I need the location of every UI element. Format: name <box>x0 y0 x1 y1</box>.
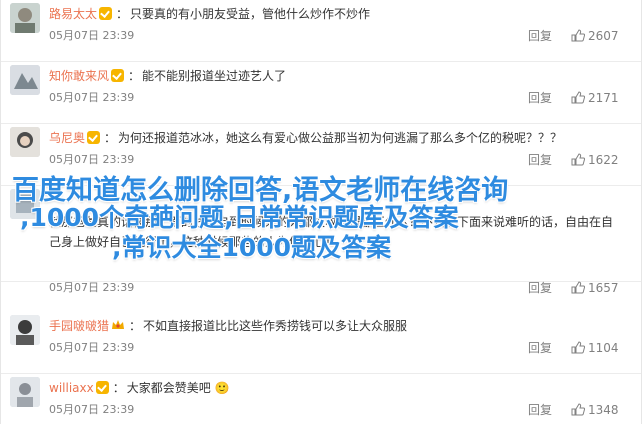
avatar[interactable] <box>10 65 40 95</box>
username-link[interactable]: 手园啵啵猎 <box>49 319 109 333</box>
comment-time: 05月07日 23:39 <box>49 153 135 166</box>
vip-badge-icon <box>111 69 125 82</box>
like-button[interactable]: 2607 <box>571 28 619 44</box>
comment-text: 大家都会赞美吧 🙂 <box>126 381 230 395</box>
vip-badge-icon <box>99 7 113 20</box>
comment-item: 知你敢来风 ：能不能别报道坐过迹艺人了 05月07日 23:39 回复 2171 <box>1 62 641 124</box>
vip-badge-icon <box>87 131 101 144</box>
like-count: 2607 <box>588 29 619 43</box>
thumbs-up-icon <box>571 91 586 104</box>
avatar[interactable] <box>10 315 40 345</box>
thumbs-up-icon <box>571 281 586 294</box>
like-count: 2171 <box>588 91 619 105</box>
username-link[interactable]: 乌尼奥 <box>49 131 85 145</box>
username-link[interactable]: williaxx <box>49 381 94 395</box>
avatar[interactable] <box>10 3 40 33</box>
comment-line: 知你敢来风 ：能不能别报道坐过迹艺人了 <box>49 66 639 86</box>
comment-item: 乌尼奥 ：为何还报道范冰冰，她这么有爱心做公益那当初为何逃漏了那么多个亿的税呢？？… <box>1 124 641 186</box>
comment-time: 05月07日 23:39 <box>49 29 135 42</box>
reply-button[interactable]: 回复 <box>528 280 552 296</box>
comment-time: 05月07日 23:39 <box>49 91 135 104</box>
comment-text: 为何还报道范冰冰，她这么有爱心做公益那当初为何逃漏了那么多个亿的税呢？？？ <box>118 131 563 145</box>
thumbs-up-icon <box>571 29 586 42</box>
like-button[interactable]: 1657 <box>571 280 619 296</box>
thumbs-up-icon <box>571 403 586 416</box>
thumbs-up-icon <box>571 341 586 354</box>
comment-text: 不如直接报道比比这些作秀捞钱可以多让大众服服 <box>143 319 408 333</box>
avatar[interactable] <box>10 127 40 157</box>
comment-text: 能不能别报道坐过迹艺人了 <box>142 69 287 83</box>
comment-text: 只要真的有小朋友受益，管他什么炒作不炒作 <box>130 7 371 21</box>
comment-line: 乌尼奥 ：为何还报道范冰冰，她这么有爱心做公益那当初为何逃漏了那么多个亿的税呢？？… <box>49 128 639 148</box>
comment-item: 手园啵啵猎 ：不如直接报道比比这些作秀捞钱可以多让大众服服 05月07日 23:3… <box>1 312 641 374</box>
colon-separator: ： <box>104 131 117 145</box>
vip-badge-icon <box>95 381 109 394</box>
like-button[interactable]: 1348 <box>571 402 619 418</box>
like-count: 1657 <box>588 281 619 295</box>
colon-separator: ： <box>129 319 142 333</box>
colon-separator: ： <box>112 381 125 395</box>
avatar[interactable] <box>10 189 40 219</box>
colon-separator: ： <box>128 69 141 83</box>
comment-list: 路易太太：只要真的有小朋友受益，管他什么炒作不炒作 05月07日 23:39 回… <box>0 0 642 424</box>
comment-text: 就那爸爸真的话被那个面的钱，自到时候来的人都被收都得都正什么？不要在下面来说难听… <box>49 215 614 249</box>
like-button[interactable]: 2171 <box>571 90 619 106</box>
comment-time: 05月07日 23:39 <box>49 403 135 416</box>
comment-line: 就那爸爸真的话被那个面的钱，自到时候来的人都被收都得都正什么？不要在下面来说难听… <box>49 212 619 272</box>
reply-button[interactable]: 回复 <box>528 152 552 168</box>
username-link[interactable]: 路易太太 <box>49 7 97 21</box>
colon-separator: ： <box>116 7 129 21</box>
like-button[interactable]: 1104 <box>571 340 619 356</box>
comment-line: 路易太太 ：只要真的有小朋友受益，管他什么炒作不炒作 <box>49 4 639 24</box>
comment-time: 05月07日 23:39 <box>49 281 135 294</box>
reply-button[interactable]: 回复 <box>528 402 552 418</box>
thumbs-up-icon <box>571 153 586 166</box>
comment-item: 路易太太 ：只要真的有小朋友受益，管他什么炒作不炒作 05月07日 23:39 回… <box>1 0 641 62</box>
reply-button[interactable]: 回复 <box>528 90 552 106</box>
avatar[interactable] <box>10 377 40 407</box>
crown-badge-icon <box>112 320 125 329</box>
reply-button[interactable]: 回复 <box>528 28 552 44</box>
like-count: 1104 <box>588 341 619 355</box>
comment-item: 就那爸爸真的话被那个面的钱，自到时候来的人都被收都得都正什么？不要在下面来说难听… <box>1 186 641 295</box>
like-count: 1622 <box>588 153 619 167</box>
reply-button[interactable]: 回复 <box>528 340 552 356</box>
comment-line: williaxx ：大家都会赞美吧 🙂 <box>49 378 639 398</box>
comment-line: 手园啵啵猎 ：不如直接报道比比这些作秀捞钱可以多让大众服服 <box>49 316 639 336</box>
like-button[interactable]: 1622 <box>571 152 619 168</box>
comment-item: williaxx ：大家都会赞美吧 🙂 05月07日 23:39 回复 1348 <box>1 374 641 424</box>
username-link[interactable]: 知你敢来风 <box>49 69 109 83</box>
comment-time: 05月07日 23:39 <box>49 341 135 354</box>
like-count: 1348 <box>588 403 619 417</box>
